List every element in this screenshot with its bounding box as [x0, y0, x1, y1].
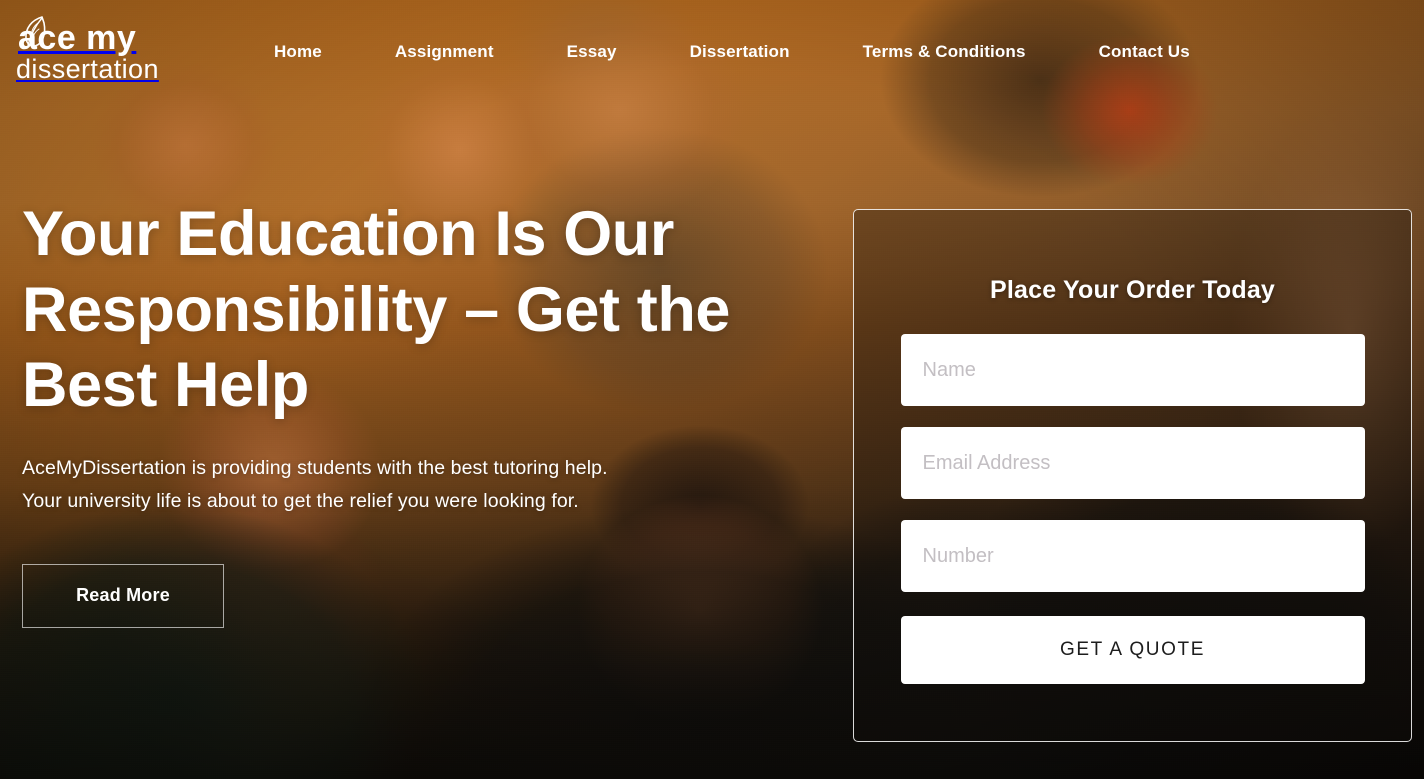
hero-section: ace my dissertation Home Assignment Essa…	[0, 0, 1424, 779]
logo-line-two: dissertation	[16, 53, 159, 84]
nav-links: Home Assignment Essay Dissertation Terms…	[274, 34, 1190, 70]
email-input[interactable]	[900, 427, 1365, 499]
nav-item-dissertation[interactable]: Dissertation	[690, 34, 790, 70]
nav-item-terms-conditions[interactable]: Terms & Conditions	[863, 34, 1026, 70]
hero-copy: Your Education Is Our Responsibility – G…	[22, 197, 812, 628]
nav-item-essay[interactable]: Essay	[567, 34, 617, 70]
main-navigation: ace my dissertation Home Assignment Essa…	[0, 0, 1424, 103]
number-input[interactable]	[900, 520, 1365, 592]
nav-item-contact-us[interactable]: Contact Us	[1099, 34, 1190, 70]
name-input[interactable]	[900, 334, 1365, 406]
logo-line-one: ace my	[18, 18, 137, 57]
logo-line-one-wrapper: ace my	[16, 15, 196, 57]
nav-item-home[interactable]: Home	[274, 34, 322, 70]
hero-subtitle: AceMyDissertation is providing students …	[22, 452, 702, 519]
site-logo[interactable]: ace my dissertation	[16, 15, 196, 84]
nav-item-assignment[interactable]: Assignment	[395, 34, 494, 70]
hero-subtitle-line-1: AceMyDissertation is providing students …	[22, 456, 608, 479]
hero-subtitle-line-2: Your university life is about to get the…	[22, 490, 579, 513]
get-a-quote-button[interactable]: GET A QUOTE	[900, 616, 1365, 684]
order-form-card: Place Your Order Today GET A QUOTE	[853, 209, 1412, 742]
order-form-title: Place Your Order Today	[989, 276, 1276, 304]
read-more-button[interactable]: Read More	[22, 563, 224, 628]
hero-headline: Your Education Is Our Responsibility – G…	[22, 199, 731, 421]
